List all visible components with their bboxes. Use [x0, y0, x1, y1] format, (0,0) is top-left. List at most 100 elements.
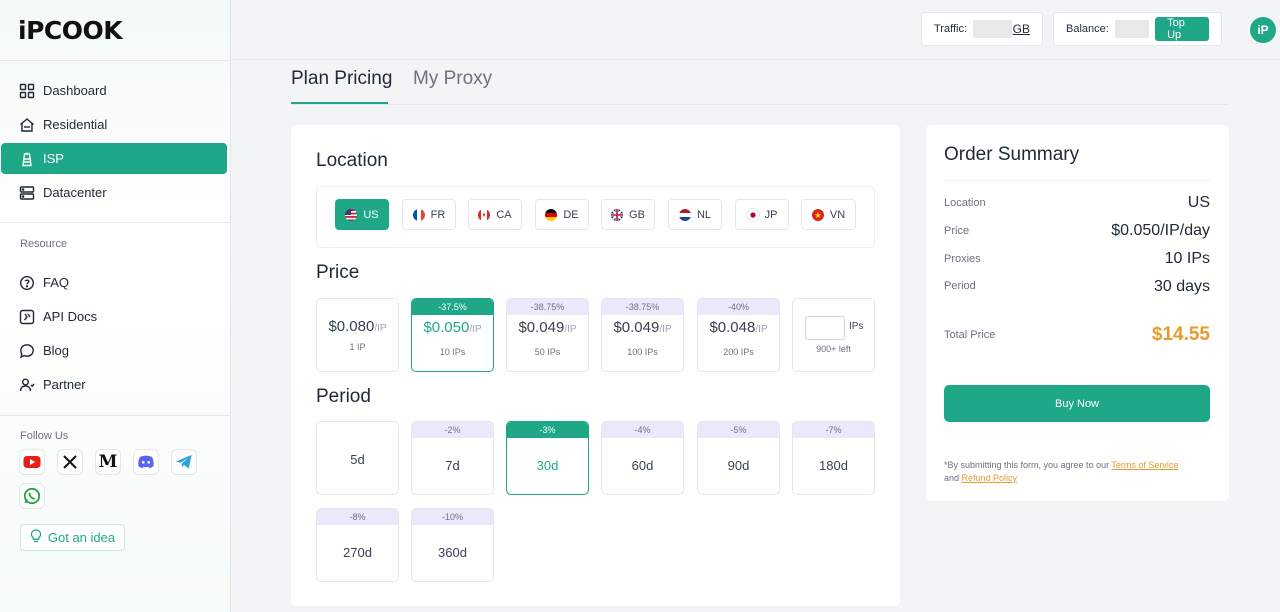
sidebar-item-dashboard[interactable]: Dashboard	[1, 75, 227, 106]
active-tab-indicator	[291, 102, 388, 104]
traffic-label: Traffic:	[934, 23, 968, 35]
period-option-60d[interactable]: -4% 60d	[601, 421, 684, 495]
price-qty: 200 IPs	[723, 347, 754, 357]
whatsapp-icon[interactable]	[20, 484, 44, 508]
sidebar-item-blog[interactable]: Blog	[1, 335, 227, 366]
discount-badge: -3%	[507, 422, 588, 438]
summary-period-value: 30 days	[1153, 278, 1210, 295]
discount-badge: -7%	[793, 422, 874, 438]
buy-now-button[interactable]: Buy Now	[944, 385, 1210, 422]
x-icon[interactable]	[58, 450, 82, 474]
location-fr[interactable]: FR	[402, 199, 456, 230]
traffic-unit[interactable]: GB	[1013, 22, 1030, 36]
sidebar-item-label: Partner	[43, 377, 86, 392]
sidebar-item-label: ISP	[43, 151, 64, 166]
period-option-5d[interactable]: 5d	[316, 421, 399, 495]
period-option-360d[interactable]: -10% 360d	[411, 508, 494, 582]
lightbulb-icon	[30, 529, 42, 546]
sidebar-item-api-docs[interactable]: API Docs	[1, 301, 227, 332]
total-price-label: Total Price	[944, 329, 996, 341]
location-label: NL	[696, 208, 712, 221]
nl-flag-icon	[678, 208, 691, 221]
price-value: $0.049/IP	[518, 319, 577, 336]
telegram-icon[interactable]	[172, 450, 196, 474]
terms-of-service-link[interactable]: Terms of Service	[1111, 460, 1178, 470]
period-option-90d[interactable]: -5% 90d	[697, 421, 780, 495]
location-de[interactable]: DE	[535, 199, 589, 230]
location-gb[interactable]: GB	[601, 199, 655, 230]
price-option-50[interactable]: -38.75% $0.049/IP 50 IPs	[506, 298, 589, 372]
period-label: 270d	[343, 545, 372, 560]
period-option-270d[interactable]: -8% 270d	[316, 508, 399, 582]
price-value: $0.080/IP	[328, 318, 387, 335]
period-option-30d[interactable]: -3% 30d	[506, 421, 589, 495]
period-label: 5d	[350, 452, 365, 467]
sidebar-item-faq[interactable]: FAQ	[1, 267, 227, 298]
grid-icon	[19, 83, 35, 99]
period-option-7d[interactable]: -2% 7d	[411, 421, 494, 495]
sidebar-item-datacenter[interactable]: Datacenter	[1, 177, 227, 208]
total-price-value: $14.55	[1151, 324, 1210, 345]
price-option-10[interactable]: -37.5% $0.050/IP 10 IPs	[411, 298, 494, 372]
discount-badge: -10%	[412, 509, 493, 525]
sidebar-item-label: Dashboard	[43, 83, 107, 98]
location-nl[interactable]: NL	[668, 199, 722, 230]
ipcook-logo[interactable]: iPCOOK	[18, 14, 123, 46]
sidebar: iPCOOK Dashboard Residential ISP Datacen…	[0, 0, 231, 612]
period-option-180d[interactable]: -7% 180d	[792, 421, 875, 495]
location-ca[interactable]: CA	[468, 199, 522, 230]
location-jp[interactable]: JP	[735, 199, 789, 230]
custom-quantity-input[interactable]	[805, 316, 845, 340]
price-value: $0.049/IP	[613, 319, 672, 336]
got-an-idea-button[interactable]: Got an idea	[20, 524, 125, 551]
location-us[interactable]: US	[335, 199, 389, 230]
question-icon	[19, 275, 35, 291]
vn-flag-icon	[811, 208, 824, 221]
sidebar-item-isp[interactable]: ISP	[1, 143, 227, 174]
discord-icon[interactable]	[134, 450, 158, 474]
sidebar-item-partner[interactable]: Partner	[1, 369, 227, 400]
custom-quantity-unit: IPs	[849, 321, 864, 332]
summary-price-label: Price	[944, 225, 970, 237]
period-label: 7d	[445, 458, 460, 473]
tab-my-proxy[interactable]: My Proxy	[413, 68, 492, 90]
chat-icon	[19, 343, 35, 359]
period-label: 180d	[819, 458, 848, 473]
server-icon	[19, 185, 35, 201]
summary-divider	[944, 180, 1210, 181]
medium-icon[interactable]: M	[96, 450, 120, 474]
partner-icon	[19, 377, 35, 393]
top-up-button[interactable]: Top Up	[1155, 17, 1209, 41]
price-qty: 100 IPs	[627, 347, 658, 357]
location-label: US	[363, 208, 379, 221]
legal-text: and	[944, 473, 962, 483]
price-option-100[interactable]: -38.75% $0.049/IP 100 IPs	[601, 298, 684, 372]
price-option-1[interactable]: $0.080/IP 1 IP	[316, 298, 399, 372]
refund-policy-link[interactable]: Refund Policy	[962, 473, 1018, 483]
sidebar-item-residential[interactable]: Residential	[1, 109, 227, 140]
summary-location-label: Location	[944, 197, 986, 209]
discount-badge: -38.75%	[602, 299, 683, 315]
traffic-value	[973, 20, 1012, 38]
location-label: GB	[629, 208, 645, 221]
price-option-200[interactable]: -40% $0.048/IP 200 IPs	[697, 298, 780, 372]
balance-value	[1114, 20, 1150, 38]
location-label: DE	[563, 208, 579, 221]
ca-flag-icon	[478, 208, 491, 221]
legal-text: *By submitting this form, you agree to o…	[944, 460, 1112, 470]
price-qty: 50 IPs	[534, 347, 561, 357]
discount-badge: -4%	[602, 422, 683, 438]
tab-plan-pricing[interactable]: Plan Pricing	[291, 68, 392, 90]
location-label: JP	[764, 208, 778, 221]
location-vn[interactable]: VN	[801, 199, 856, 230]
resource-heading: Resource	[20, 238, 68, 250]
balance-label: Balance:	[1066, 23, 1109, 35]
avatar[interactable]: iP	[1250, 17, 1276, 43]
price-qty: 1 IP	[349, 342, 366, 352]
fr-flag-icon	[412, 208, 425, 221]
summary-location-value: US	[1187, 194, 1210, 211]
youtube-icon[interactable]	[20, 450, 44, 474]
sidebar-item-label: API Docs	[43, 309, 98, 324]
price-option-custom: IPs 900+ left	[792, 298, 875, 372]
discount-badge: -2%	[412, 422, 493, 438]
